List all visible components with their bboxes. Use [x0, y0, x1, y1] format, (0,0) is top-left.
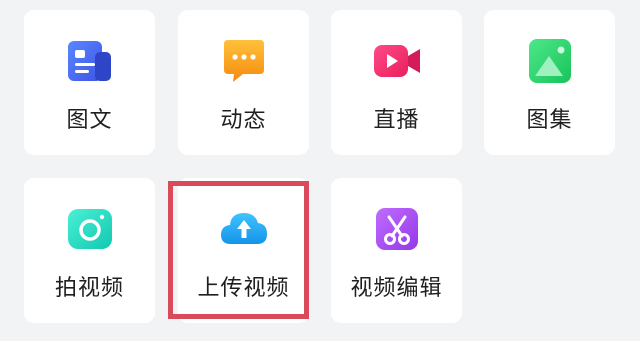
scissors-icon	[372, 204, 422, 254]
video-camera-icon	[372, 36, 422, 86]
tile-label: 图文	[66, 108, 113, 133]
tile-zhibo[interactable]: 直播	[331, 10, 462, 155]
tile-dongtai[interactable]: 动态	[178, 10, 309, 155]
tile-shangchuan[interactable]: 上传视频	[178, 178, 309, 323]
chat-bubble-icon	[219, 36, 269, 86]
tile-tuji[interactable]: 图集	[484, 10, 615, 155]
tile-label: 直播	[373, 108, 420, 133]
image-icon	[525, 36, 575, 86]
tile-label: 视频编辑	[350, 276, 443, 301]
tile-label: 动态	[220, 108, 267, 133]
tile-label: 拍视频	[54, 276, 124, 301]
tile-label: 上传视频	[197, 276, 290, 301]
cloud-upload-icon	[219, 204, 269, 254]
tile-label: 图集	[526, 108, 573, 133]
tile-tuwen[interactable]: 图文	[24, 10, 155, 155]
document-icon	[65, 36, 115, 86]
camera-icon	[65, 204, 115, 254]
tile-bianji[interactable]: 视频编辑	[331, 178, 462, 323]
tile-paishipin[interactable]: 拍视频	[24, 178, 155, 323]
